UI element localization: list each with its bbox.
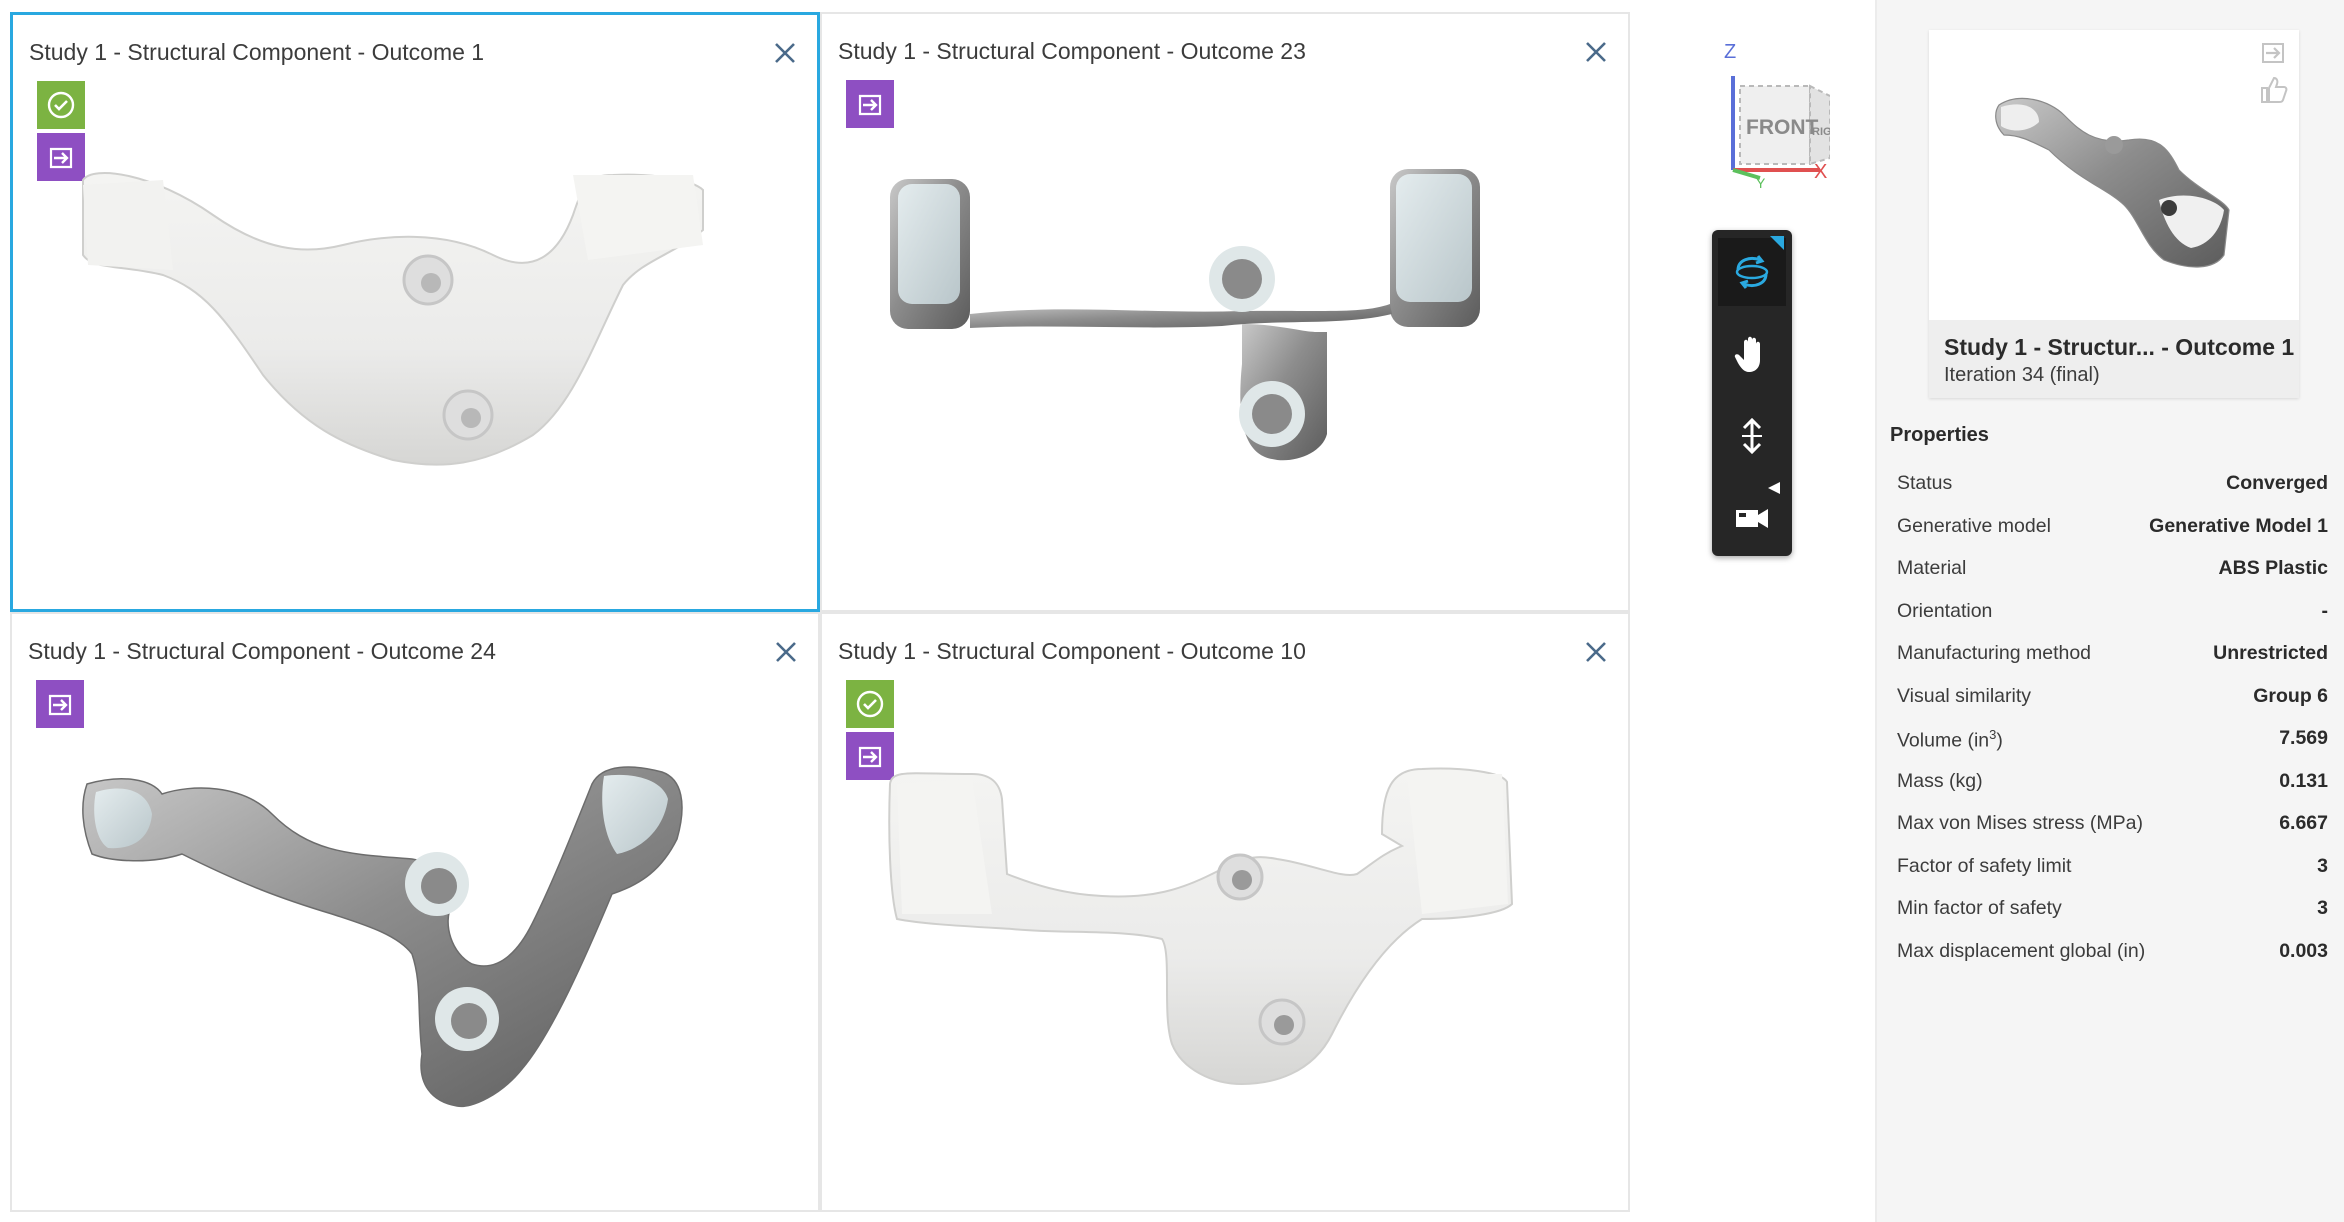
property-row: Mass (kg) 0.131 bbox=[1897, 770, 2328, 812]
property-label: Max displacement global (in) bbox=[1897, 939, 2146, 962]
properties-panel: Study 1 - Structur... - Outcome 1 Iterat… bbox=[1875, 0, 2344, 1222]
property-label: Factor of safety limit bbox=[1897, 854, 2072, 877]
viewport-outcome-1[interactable]: Study 1 - Structural Component - Outcome… bbox=[10, 12, 820, 612]
viewport-outcome-10[interactable]: Study 1 - Structural Component - Outcome… bbox=[820, 612, 1630, 1212]
property-label: Generative model bbox=[1897, 514, 2051, 537]
property-value: 3 bbox=[2317, 854, 2328, 877]
outcome-24-model bbox=[82, 766, 683, 1108]
property-value: Unrestricted bbox=[2213, 642, 2328, 664]
comparison-area: Study 1 - Structural Component - Outcome… bbox=[0, 0, 1640, 1222]
card-iteration: Iteration 34 (final) bbox=[1944, 364, 2100, 386]
property-value: ABS Plastic bbox=[2218, 557, 2328, 579]
flyout-indicator-icon bbox=[1770, 236, 1784, 250]
viewport-outcome-23[interactable]: Study 1 - Structural Component - Outcome… bbox=[820, 12, 1630, 612]
outcome-thumbnail bbox=[1995, 97, 2230, 268]
property-row: Visual similarity Group 6 bbox=[1897, 685, 2328, 727]
property-label: Manufacturing method bbox=[1897, 642, 2092, 664]
camera-icon bbox=[1736, 509, 1768, 528]
property-row: Manufacturing method Unrestricted bbox=[1897, 642, 2328, 684]
property-value: Generative Model 1 bbox=[2149, 514, 2328, 537]
property-value: 6.667 bbox=[2279, 812, 2328, 834]
property-label: Orientation bbox=[1897, 599, 1993, 622]
axis-x-label: X bbox=[1814, 161, 1827, 183]
outcome-card[interactable]: Study 1 - Structur... - Outcome 1 Iterat… bbox=[1929, 30, 2299, 398]
pan-button[interactable] bbox=[1718, 320, 1786, 388]
property-row: Orientation - bbox=[1897, 600, 2328, 642]
zoom-icon bbox=[1742, 417, 1762, 455]
viewcube-front-face[interactable]: FRONT bbox=[1746, 116, 1818, 139]
axis-y-label: Y bbox=[1756, 175, 1766, 188]
axis-z-label: Z bbox=[1724, 41, 1736, 63]
navigation-bar bbox=[1712, 230, 1792, 556]
outcome-23-model bbox=[890, 169, 1480, 461]
property-value: Converged bbox=[2226, 472, 2328, 494]
property-value: - bbox=[2321, 599, 2329, 622]
camera-button[interactable] bbox=[1718, 484, 1786, 552]
property-row: Material ABS Plastic bbox=[1897, 557, 2328, 599]
property-label: Mass (kg) bbox=[1897, 769, 1983, 792]
viewcube-right-face[interactable]: RIGHT bbox=[1812, 126, 1830, 138]
outcome-10-model bbox=[888, 767, 1514, 1086]
properties-heading: Properties bbox=[1890, 424, 1989, 446]
view-tools: Z X Y FRONT RIGHT bbox=[1640, 0, 1875, 1222]
property-value: 7.569 bbox=[2279, 727, 2328, 749]
viewcube[interactable]: Z X Y FRONT RIGHT bbox=[1680, 38, 1830, 188]
property-row: Max von Mises stress (MPa) 6.667 bbox=[1897, 812, 2328, 854]
property-label: Volume (in3) bbox=[1897, 727, 2003, 752]
export-icon[interactable] bbox=[2257, 36, 2289, 68]
pan-icon bbox=[1734, 336, 1760, 372]
property-value: Group 6 bbox=[2253, 684, 2328, 707]
viewport-outcome-24[interactable]: Study 1 - Structural Component - Outcome… bbox=[10, 612, 820, 1212]
outcome-1-model bbox=[82, 172, 704, 466]
zoom-button[interactable] bbox=[1718, 402, 1786, 470]
card-footer: Study 1 - Structur... - Outcome 1 Iterat… bbox=[1929, 320, 2299, 398]
property-row: Factor of safety limit 3 bbox=[1897, 855, 2328, 897]
property-row: Max displacement global (in) 0.003 bbox=[1897, 940, 2328, 982]
like-icon[interactable] bbox=[2257, 74, 2289, 106]
flyout-indicator-icon bbox=[1768, 482, 1780, 494]
card-title: Study 1 - Structur... - Outcome 1 bbox=[1944, 334, 2295, 360]
property-row: Generative model Generative Model 1 bbox=[1897, 515, 2328, 557]
property-row: Min factor of safety 3 bbox=[1897, 897, 2328, 939]
property-label: Max von Mises stress (MPa) bbox=[1897, 812, 2143, 834]
property-row: Status Converged bbox=[1897, 472, 2328, 514]
orbit-icon bbox=[1735, 255, 1769, 289]
property-label: Material bbox=[1897, 557, 1967, 579]
property-label: Min factor of safety bbox=[1897, 897, 2062, 919]
property-value: 0.131 bbox=[2279, 769, 2328, 792]
property-label: Status bbox=[1897, 472, 1953, 494]
property-label: Visual similarity bbox=[1897, 684, 2032, 707]
property-value: 3 bbox=[2317, 897, 2328, 919]
property-row: Volume (in3) 7.569 bbox=[1897, 727, 2328, 769]
property-value: 0.003 bbox=[2279, 939, 2328, 962]
